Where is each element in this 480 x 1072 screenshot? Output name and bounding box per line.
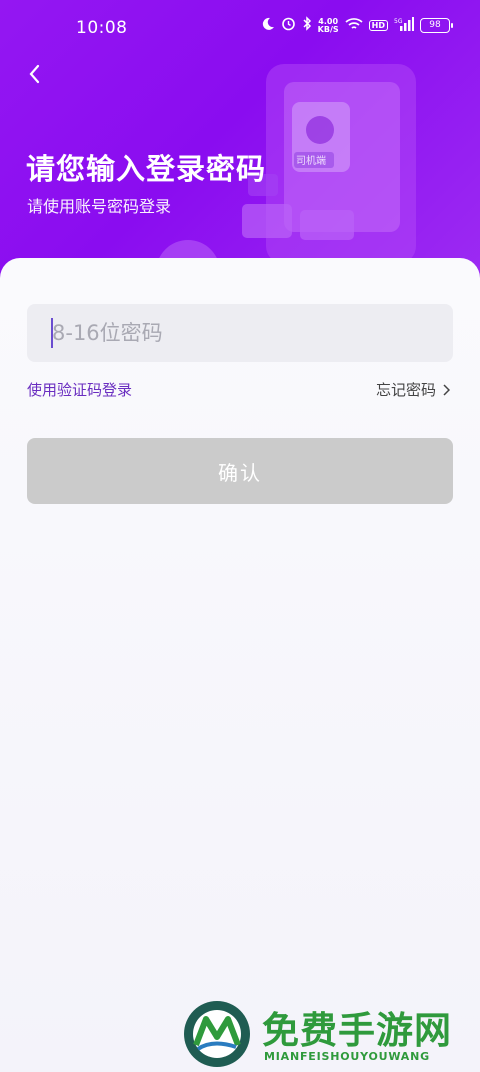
login-card: 使用验证码登录 忘记密码 确认	[0, 258, 480, 1072]
watermark-logo	[184, 1001, 250, 1067]
network-speed: 4.00 KB/S	[317, 16, 339, 34]
signal-icon: 5G	[394, 16, 414, 35]
header-banner: 10:08 4.00 KB/S HD 5G 98 司机端 请您输入登录密码 请使…	[0, 0, 480, 300]
chevron-right-icon	[443, 383, 450, 396]
page-subtitle: 请使用账号密码登录	[27, 197, 172, 216]
text-cursor	[51, 318, 53, 348]
status-icons: 4.00 KB/S HD 5G 98	[261, 16, 453, 35]
confirm-button[interactable]: 确认	[27, 438, 453, 504]
moon-icon	[261, 17, 275, 35]
hd-badge: HD	[368, 20, 388, 31]
forgot-password-link[interactable]: 忘记密码	[376, 379, 450, 400]
alarm-icon	[281, 16, 296, 35]
watermark: 免费手游网 MIANFEISHOUYOUWANG	[184, 998, 474, 1068]
back-button[interactable]	[22, 60, 52, 90]
page-title: 请您输入登录密码	[26, 152, 267, 186]
watermark-subtitle: MIANFEISHOUYOUWANG	[264, 1050, 430, 1063]
wifi-icon	[345, 17, 363, 35]
battery-indicator: 98	[420, 18, 453, 33]
sms-login-link[interactable]: 使用验证码登录	[27, 379, 132, 400]
svg-text:5G: 5G	[394, 18, 403, 25]
svg-text:司机端: 司机端	[296, 154, 326, 167]
password-input[interactable]	[27, 304, 453, 362]
forgot-password-label: 忘记密码	[375, 381, 436, 399]
watermark-title: 免费手游网	[262, 1008, 452, 1052]
chevron-left-icon	[29, 64, 40, 84]
bluetooth-icon	[302, 16, 312, 35]
status-time: 10:08	[76, 18, 128, 38]
